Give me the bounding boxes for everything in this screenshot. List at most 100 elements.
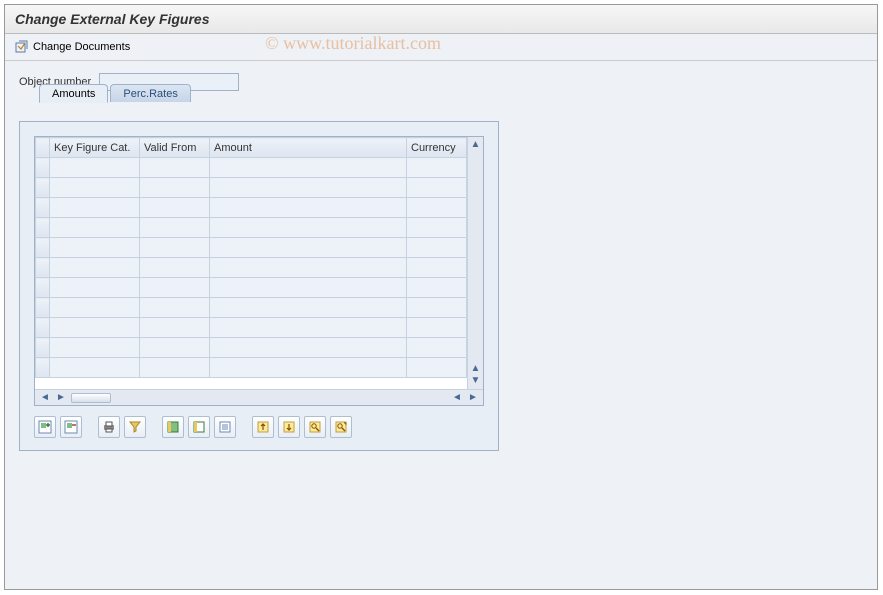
table-cell[interactable]: [210, 158, 407, 178]
scroll-right-icon[interactable]: ►: [55, 392, 67, 404]
row-selector[interactable]: [36, 318, 50, 338]
scroll-down-icon[interactable]: ▼: [470, 375, 482, 387]
tab-amounts[interactable]: Amounts: [39, 84, 108, 103]
table-cell[interactable]: [407, 298, 467, 318]
table-cell[interactable]: [407, 358, 467, 378]
select-all-button[interactable]: [162, 416, 184, 438]
row-selector[interactable]: [36, 158, 50, 178]
table-cell[interactable]: [50, 238, 140, 258]
table-cell[interactable]: [140, 298, 210, 318]
table-cell[interactable]: [50, 218, 140, 238]
table-cell[interactable]: [140, 318, 210, 338]
table-cell[interactable]: [50, 198, 140, 218]
table-row: [36, 238, 467, 258]
sort-asc-button[interactable]: [252, 416, 274, 438]
scroll-thumb[interactable]: [71, 393, 111, 403]
scroll-left2-icon[interactable]: ◄: [451, 392, 463, 404]
table-row: [36, 198, 467, 218]
horizontal-scrollbar[interactable]: ◄ ► ◄ ►: [35, 389, 483, 405]
details-icon: [218, 420, 232, 434]
column-header[interactable]: Valid From: [140, 138, 210, 158]
table-cell[interactable]: [407, 178, 467, 198]
table-cell[interactable]: [50, 158, 140, 178]
table-cell[interactable]: [140, 278, 210, 298]
table-cell[interactable]: [210, 338, 407, 358]
find-next-icon: [334, 420, 348, 434]
table-cell[interactable]: [407, 198, 467, 218]
column-header[interactable]: Key Figure Cat.: [50, 138, 140, 158]
table-cell[interactable]: [140, 238, 210, 258]
table-cell[interactable]: [210, 178, 407, 198]
column-header[interactable]: Currency: [407, 138, 467, 158]
insert-row-button[interactable]: [34, 416, 56, 438]
scroll-right2-icon[interactable]: ►: [467, 392, 479, 404]
sort-desc-icon: [282, 420, 296, 434]
row-selector[interactable]: [36, 278, 50, 298]
table-cell[interactable]: [407, 158, 467, 178]
table-cell[interactable]: [50, 278, 140, 298]
table-cell[interactable]: [407, 318, 467, 338]
table-cell[interactable]: [140, 158, 210, 178]
table-cell[interactable]: [210, 318, 407, 338]
table-cell[interactable]: [407, 238, 467, 258]
table-cell[interactable]: [50, 318, 140, 338]
tab-panel: Key Figure Cat. Valid From Amount Curren…: [19, 121, 499, 451]
table-cell[interactable]: [210, 358, 407, 378]
row-selector[interactable]: [36, 238, 50, 258]
content-area: Object number Amounts Perc.Rates: [5, 61, 877, 463]
tab-perc-rates[interactable]: Perc.Rates: [110, 84, 190, 102]
row-selector[interactable]: [36, 358, 50, 378]
filter-button[interactable]: [124, 416, 146, 438]
row-selector[interactable]: [36, 298, 50, 318]
grid-toolbar: [20, 416, 498, 450]
table-cell[interactable]: [50, 338, 140, 358]
find-next-button[interactable]: [330, 416, 352, 438]
table-cell[interactable]: [210, 298, 407, 318]
sort-desc-button[interactable]: [278, 416, 300, 438]
scroll-up2-icon[interactable]: ▲: [470, 363, 482, 375]
table-cell[interactable]: [140, 358, 210, 378]
table-cell[interactable]: [210, 278, 407, 298]
vertical-scrollbar[interactable]: ▲ ▲ ▼: [467, 137, 483, 389]
change-documents-button[interactable]: Change Documents: [33, 41, 130, 53]
delete-row-button[interactable]: [60, 416, 82, 438]
filter-icon: [128, 420, 142, 434]
table-row: [36, 158, 467, 178]
table-cell[interactable]: [407, 218, 467, 238]
table-cell[interactable]: [140, 338, 210, 358]
table-cell[interactable]: [50, 298, 140, 318]
details-button[interactable]: [214, 416, 236, 438]
print-button[interactable]: [98, 416, 120, 438]
table-row: [36, 218, 467, 238]
row-selector[interactable]: [36, 198, 50, 218]
row-selector[interactable]: [36, 218, 50, 238]
table-cell[interactable]: [210, 198, 407, 218]
scroll-left-icon[interactable]: ◄: [39, 392, 51, 404]
table-cell[interactable]: [50, 358, 140, 378]
row-selector[interactable]: [36, 258, 50, 278]
column-selector[interactable]: [36, 138, 50, 158]
insert-row-icon: [38, 420, 52, 434]
table-cell[interactable]: [210, 218, 407, 238]
page-title: Change External Key Figures: [5, 5, 877, 34]
find-button[interactable]: [304, 416, 326, 438]
application-window: Change External Key Figures Change Docum…: [4, 4, 878, 590]
table-cell[interactable]: [407, 258, 467, 278]
table-cell[interactable]: [140, 198, 210, 218]
row-selector[interactable]: [36, 338, 50, 358]
table-cell[interactable]: [50, 258, 140, 278]
table-cell[interactable]: [50, 178, 140, 198]
table-cell[interactable]: [210, 238, 407, 258]
table-cell[interactable]: [210, 258, 407, 278]
table-cell[interactable]: [140, 218, 210, 238]
table-cell[interactable]: [140, 178, 210, 198]
table-cell[interactable]: [407, 278, 467, 298]
table-row: [36, 278, 467, 298]
table-cell[interactable]: [140, 258, 210, 278]
scroll-up-icon[interactable]: ▲: [470, 139, 482, 151]
column-header[interactable]: Amount: [210, 138, 407, 158]
row-selector[interactable]: [36, 178, 50, 198]
table-cell[interactable]: [407, 338, 467, 358]
change-documents-icon[interactable]: [15, 40, 29, 54]
deselect-all-button[interactable]: [188, 416, 210, 438]
